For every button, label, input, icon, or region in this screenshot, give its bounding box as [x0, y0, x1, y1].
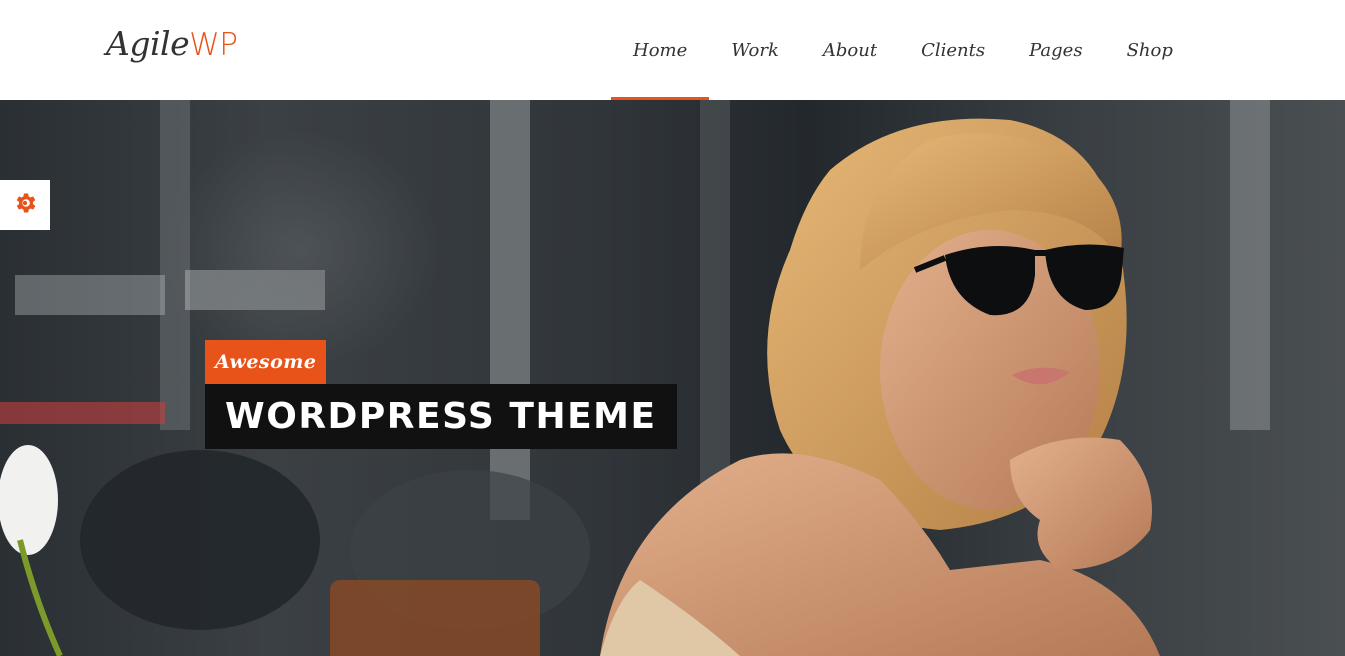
logo-text-wp: WP [189, 27, 238, 63]
settings-toggle-button[interactable] [0, 180, 50, 230]
nav-item-home[interactable]: Home [611, 0, 710, 100]
main-nav: Home Work About Clients Pages Shop [611, 0, 1195, 100]
hero-tagline: Awesome [205, 340, 327, 384]
nav-item-pages[interactable]: Pages [1007, 0, 1104, 100]
logo-text-agile: Agile [106, 24, 190, 63]
nav-item-about[interactable]: About [801, 0, 899, 100]
nav-item-shop[interactable]: Shop [1105, 0, 1195, 100]
hero-banner: Awesome WORDPRESS THEME [0, 100, 1345, 656]
gear-icon [12, 190, 38, 220]
nav-item-work[interactable]: Work [709, 0, 801, 100]
hero-background-image [0, 100, 1270, 656]
site-logo[interactable]: AgileWP [106, 22, 238, 67]
hero-headline: WORDPRESS THEME [205, 384, 677, 449]
site-header: AgileWP Home Work About Clients Pages Sh… [0, 0, 1345, 100]
nav-item-clients[interactable]: Clients [899, 0, 1007, 100]
